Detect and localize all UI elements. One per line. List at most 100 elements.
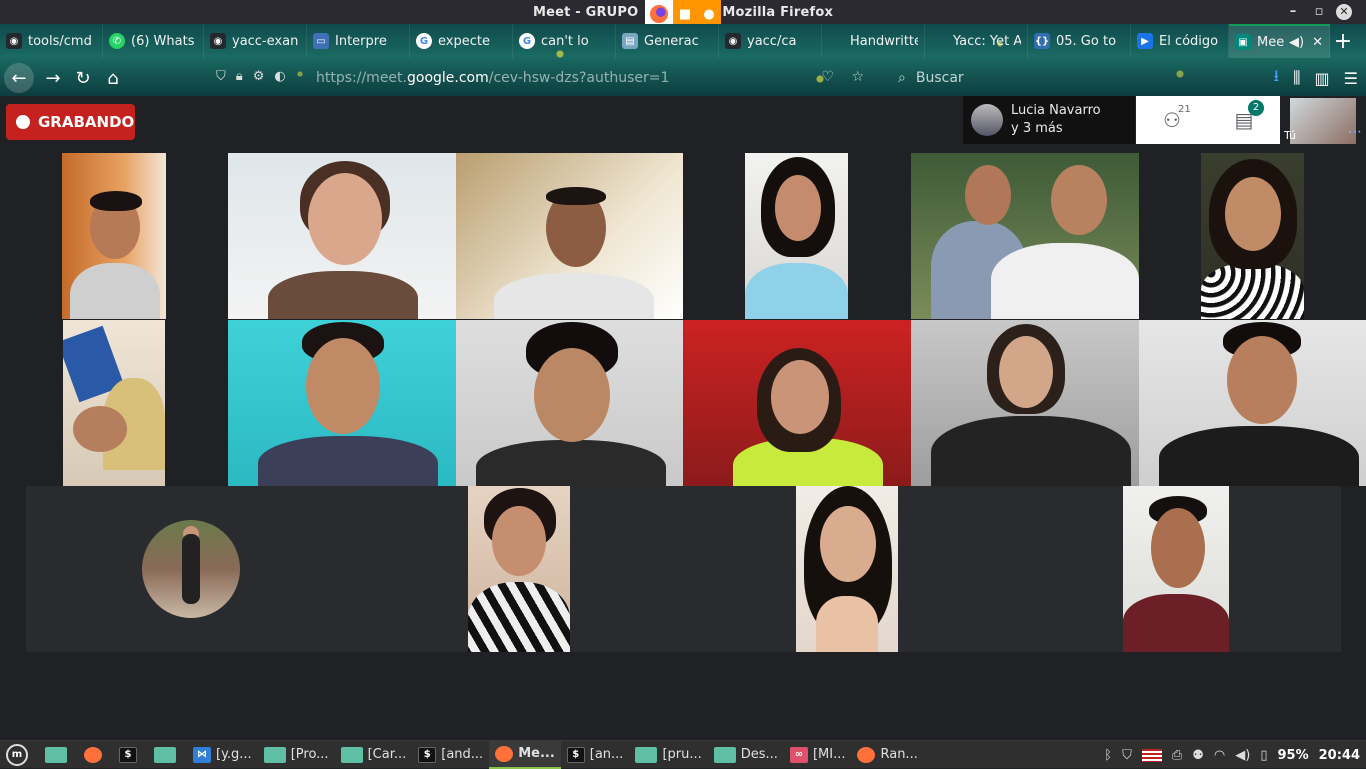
keyboard-layout-flag-icon[interactable] bbox=[1141, 748, 1162, 762]
permissions-icon[interactable]: ⚙ bbox=[253, 69, 265, 84]
taskbar-item-active[interactable]: Me... bbox=[489, 740, 561, 769]
bluetooth-icon[interactable]: ᛒ bbox=[1104, 748, 1112, 763]
tab-12-active[interactable]: ▣ Mee ◀) ✕ bbox=[1229, 24, 1330, 58]
taskbar-item[interactable]: $ bbox=[113, 741, 148, 769]
nav-bar: ← → ↻ ⌂ ⛉ 🔒︎ ⚙ ◐ https://meet.google.com… bbox=[0, 60, 1366, 96]
tab-4[interactable]: Gexpecte bbox=[410, 24, 513, 58]
participants-button[interactable]: ⚇ 21 bbox=[1152, 104, 1192, 132]
participant-tile[interactable] bbox=[63, 320, 165, 486]
tab-label: yacc-exan bbox=[232, 33, 299, 49]
search-bar[interactable]: ⌕ Buscar bbox=[888, 63, 1152, 93]
forward-button[interactable]: → bbox=[38, 63, 68, 93]
start-menu-button[interactable]: m bbox=[0, 741, 39, 769]
camera-permission-icon[interactable]: ◐ bbox=[274, 69, 285, 84]
participant-tile[interactable] bbox=[62, 153, 166, 319]
back-button[interactable]: ← bbox=[4, 63, 34, 93]
sidebar-icon[interactable]: ▥ bbox=[1315, 69, 1330, 88]
tab-3[interactable]: ▭ Interpre bbox=[307, 24, 410, 58]
battery-icon[interactable]: ▯ bbox=[1260, 748, 1267, 763]
participant-tile[interactable] bbox=[1201, 153, 1304, 319]
new-tab-button[interactable]: + bbox=[1330, 24, 1356, 58]
taskbar-item[interactable] bbox=[78, 741, 113, 769]
pocket-icon[interactable]: ♡ bbox=[821, 69, 834, 85]
tab-11[interactable]: ▶ El código bbox=[1131, 24, 1229, 58]
tab-0[interactable]: ◉ tools/cmd bbox=[0, 24, 103, 58]
tab-9[interactable]: Yacc: Yet Ano bbox=[925, 24, 1028, 58]
participant-tile[interactable] bbox=[911, 320, 1139, 486]
presenter-avatar bbox=[971, 104, 1003, 136]
participant-tile[interactable] bbox=[1123, 486, 1229, 652]
minimize-icon[interactable]: – bbox=[1284, 3, 1302, 21]
taskbar-label: [Pro... bbox=[290, 747, 329, 762]
participant-tile[interactable] bbox=[468, 486, 570, 652]
bookmark-star-icon[interactable]: ☆ bbox=[851, 69, 864, 85]
tab-7[interactable]: ◉ yacc/ca bbox=[719, 24, 822, 58]
taskbar-item[interactable]: [Car... bbox=[335, 741, 413, 769]
participant-tile[interactable] bbox=[456, 320, 683, 486]
taskbar-item[interactable]: $ [an... bbox=[561, 741, 630, 769]
speaker-icon[interactable]: ◀) bbox=[1289, 35, 1304, 50]
taskbar-item[interactable] bbox=[148, 741, 187, 769]
tab-5[interactable]: Gcan't lo bbox=[513, 24, 616, 58]
tab-8[interactable]: Handwritte bbox=[822, 24, 925, 58]
url-text[interactable]: https://meet.google.com/cev-hsw-dzs?auth… bbox=[316, 70, 669, 86]
presenter-info[interactable]: Lucia Navarro y 3 más bbox=[963, 96, 1135, 144]
taskbar-label: [an... bbox=[589, 747, 624, 762]
lock-icon[interactable]: 🔒︎ bbox=[236, 69, 243, 84]
reload-button[interactable]: ↻ bbox=[68, 63, 98, 93]
tab-10[interactable]: {} 05. Go to bbox=[1028, 24, 1131, 58]
participant-tile[interactable] bbox=[228, 320, 456, 486]
participant-tile[interactable] bbox=[796, 486, 898, 652]
chat-button[interactable]: ▤ 2 bbox=[1224, 100, 1264, 132]
taskbar-item[interactable] bbox=[39, 741, 78, 769]
folder-icon bbox=[263, 746, 286, 763]
folder-icon bbox=[713, 746, 736, 763]
printer-icon[interactable]: ⎙ bbox=[1172, 748, 1182, 763]
participant-tile[interactable] bbox=[456, 153, 683, 319]
url-domain: google.com bbox=[407, 70, 489, 86]
tab-1[interactable]: ✆ (6) Whats bbox=[103, 24, 204, 58]
volume-icon[interactable]: ◀) bbox=[1235, 748, 1250, 763]
participant-tile[interactable] bbox=[228, 153, 456, 319]
taskbar-item[interactable]: ∞ [MI... bbox=[784, 741, 852, 769]
clock[interactable]: 20:44 bbox=[1319, 748, 1360, 763]
taskbar-item[interactable]: [Pro... bbox=[258, 741, 335, 769]
self-view[interactable]: Tú ⋯ bbox=[1284, 98, 1362, 144]
taskbar-item[interactable]: $ [and... bbox=[412, 741, 489, 769]
participant-tile[interactable] bbox=[1139, 320, 1366, 486]
search-input[interactable]: Buscar bbox=[916, 70, 964, 86]
close-tab-icon[interactable]: ✕ bbox=[1312, 35, 1323, 50]
library-icon[interactable]: ⫼ bbox=[1293, 68, 1300, 88]
download-icon[interactable]: ⭳ bbox=[1274, 65, 1280, 92]
presenter-sub: y 3 más bbox=[1011, 121, 1063, 136]
taskbar-item[interactable]: Ran... bbox=[851, 741, 923, 769]
taskbar-item[interactable]: [pru... bbox=[629, 741, 707, 769]
shield-icon[interactable]: ⛉ bbox=[1122, 748, 1132, 763]
participant-avatar[interactable] bbox=[142, 520, 240, 618]
tab-label: El código bbox=[1159, 33, 1219, 49]
github-icon: ◉ bbox=[6, 33, 22, 49]
url-bar[interactable]: ⛉ 🔒︎ ⚙ ◐ https://meet.google.com/cev-hsw… bbox=[206, 63, 882, 93]
participant-tile[interactable] bbox=[745, 153, 848, 319]
tab-label: Interpre bbox=[335, 33, 387, 49]
shield-icon[interactable]: ⛉ bbox=[216, 69, 226, 84]
more-options-icon[interactable]: ⋯ bbox=[1348, 124, 1362, 140]
participant-tile[interactable] bbox=[683, 320, 911, 486]
participant-tile[interactable] bbox=[911, 153, 1139, 319]
taskbar-item[interactable]: Des... bbox=[708, 741, 784, 769]
maximize-icon[interactable]: ▫ bbox=[1310, 3, 1328, 21]
meet-stage: GRABANDO Lucia Navarro y 3 más ⚇ 21 ▤ 2 … bbox=[0, 96, 1366, 740]
tab-6[interactable]: ▤ Generac bbox=[616, 24, 719, 58]
close-window-icon[interactable]: ✕ bbox=[1336, 4, 1352, 20]
taskbar-item[interactable]: ⋈ [y.g... bbox=[187, 741, 258, 769]
folder-icon bbox=[635, 746, 658, 763]
terminal-icon: $ bbox=[119, 746, 137, 763]
wifi-icon[interactable]: ◠ bbox=[1214, 748, 1225, 763]
recording-label: GRABANDO bbox=[38, 113, 135, 131]
menu-icon[interactable]: ☰ bbox=[1344, 69, 1358, 88]
user-icon[interactable]: ⚉ bbox=[1192, 748, 1204, 763]
home-button[interactable]: ⌂ bbox=[98, 63, 128, 93]
url-icons: ⛉ 🔒︎ ⚙ ◐ bbox=[216, 69, 286, 84]
browser-chrome: ◉ tools/cmd ✆ (6) Whats ◉ yacc-exan ▭ Interp… bbox=[0, 24, 1366, 96]
tab-2[interactable]: ◉ yacc-exan bbox=[204, 24, 307, 58]
